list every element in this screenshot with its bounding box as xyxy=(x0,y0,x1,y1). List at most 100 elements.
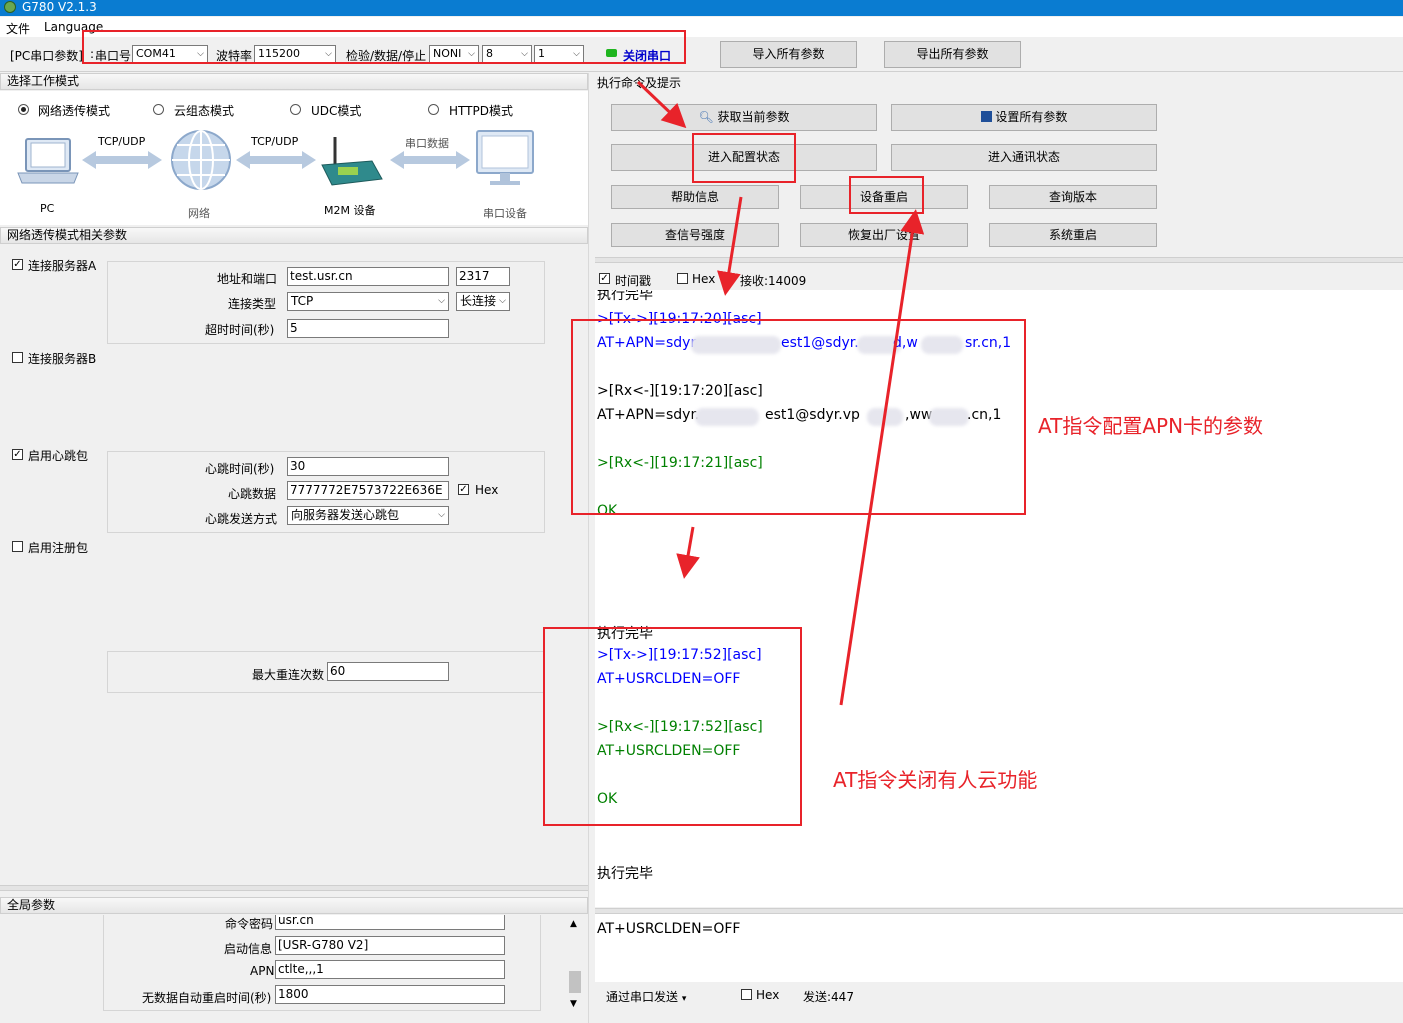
chevron-down-icon: ⌵ xyxy=(573,49,580,59)
signal-button[interactable]: 查信号强度 xyxy=(611,223,779,247)
get-params-button[interactable]: 🔍︎ 获取当前参数 xyxy=(611,104,877,131)
enter-config-button[interactable]: 进入配置状态 xyxy=(611,144,877,171)
version-button[interactable]: 查询版本 xyxy=(989,185,1157,209)
conn-type-select[interactable]: TCP ⌵ xyxy=(287,292,449,311)
diagram-pc-label: PC xyxy=(40,202,55,215)
log-output[interactable]: 执行完毕 >[Tx->][19:17:20][asc] AT+APN=sdyr … xyxy=(595,290,1403,907)
diagram-m2m-label: M2M 设备 xyxy=(324,204,376,217)
timeout-label: 超时时间(秒) xyxy=(205,323,275,337)
serverB-checkbox[interactable] xyxy=(12,352,23,363)
addr-label: 地址和端口 xyxy=(217,272,278,286)
scroll-thumb[interactable] xyxy=(569,971,581,993)
databits-select[interactable]: 8 ⌵ xyxy=(482,45,532,63)
hb-mode-select[interactable]: 向服务器发送心跳包 ⌵ xyxy=(287,506,449,525)
log-line: .cn,1 xyxy=(967,407,1002,423)
reboot-button[interactable]: 设备重启 xyxy=(800,185,968,209)
conn-mode-select[interactable]: 长连接 ⌵ xyxy=(456,292,510,311)
enter-comm-button[interactable]: 进入通讯状态 xyxy=(891,144,1157,171)
sent-count: 发送:447 xyxy=(803,990,854,1004)
close-port-button[interactable]: 关闭串口 xyxy=(598,43,682,65)
send-via-select[interactable]: 通过串口发送 ▾ xyxy=(606,988,686,1005)
conn-type-label: 连接类型 xyxy=(228,297,277,311)
send-input[interactable]: AT+USRCLDEN=OFF xyxy=(595,914,1403,982)
log-line: >[Rx<-][19:17:52][asc] xyxy=(597,719,763,735)
right-top-splitter[interactable] xyxy=(595,257,1403,263)
export-params-button[interactable]: 导出所有参数 xyxy=(884,41,1021,68)
hb-time-input[interactable]: 30 xyxy=(287,457,449,476)
chevron-down-icon: ⌵ xyxy=(521,49,528,59)
pwd-input[interactable]: usr.cn xyxy=(275,915,505,930)
globe-icon xyxy=(171,130,231,190)
window-title: G780 V2.1.3 xyxy=(22,0,97,14)
log-line: OK xyxy=(597,791,618,807)
log-line: d,w xyxy=(893,335,918,351)
chevron-down-icon: ⌵ xyxy=(438,296,445,306)
restart-label: 无数据自动重启时间(秒) xyxy=(142,991,272,1005)
redaction-blur xyxy=(921,336,963,354)
send-hex-checkbox[interactable] xyxy=(741,989,752,1000)
port-select[interactable]: COM41 ⌵ xyxy=(132,45,208,63)
heartbeat-checkbox[interactable]: ✓ xyxy=(12,449,23,460)
hb-data-input[interactable]: 7777772E7573722E636E xyxy=(287,481,449,500)
set-params-button[interactable]: 设置所有参数 xyxy=(891,104,1157,131)
log-line: AT+APN=sdyr xyxy=(597,335,697,351)
recv-count: 接收:14009 xyxy=(740,274,807,288)
parity-select[interactable]: NONI ⌵ xyxy=(429,45,479,63)
retry-input[interactable]: 60 xyxy=(327,662,449,681)
recv-hex-label: Hex xyxy=(692,272,716,286)
retry-label: 最大重连次数 xyxy=(252,668,325,682)
mode-option-label: 网络透传模式 xyxy=(38,104,111,118)
hb-hex-checkbox[interactable]: ✓ xyxy=(458,484,469,495)
redaction-blur xyxy=(929,408,969,426)
chevron-down-icon: ⌵ xyxy=(325,49,332,59)
hb-mode-label: 心跳发送方式 xyxy=(205,512,278,526)
mode-radio-httpd[interactable] xyxy=(428,104,439,115)
menu-file[interactable]: 文件 xyxy=(6,20,30,37)
mode-radio-cloud[interactable] xyxy=(153,104,164,115)
serverA-checkbox[interactable]: ✓ xyxy=(12,259,23,270)
menu-bar: 文件 Language xyxy=(0,17,1403,37)
scroll-down-icon[interactable]: ▼ xyxy=(570,999,577,1009)
params-panel: ✓ 连接服务器A 地址和端口 test.usr.cn 2317 连接类型 TCP… xyxy=(0,245,588,885)
status-led-icon xyxy=(606,49,617,57)
scroll-up-icon[interactable]: ▲ xyxy=(570,919,577,929)
mode-radio-transparent[interactable] xyxy=(18,104,29,115)
server-port-input[interactable]: 2317 xyxy=(456,267,510,286)
help-button[interactable]: 帮助信息 xyxy=(611,185,779,209)
chevron-down-icon: ⌵ xyxy=(499,296,506,306)
baud-select[interactable]: 115200 ⌵ xyxy=(254,45,336,63)
server-address-input[interactable]: test.usr.cn xyxy=(287,267,449,286)
serial-toolbar: [PC串口参数] : 串口号 COM41 ⌵ 波特率 115200 ⌵ 检验/数据/… xyxy=(0,37,1403,72)
vertical-splitter[interactable] xyxy=(588,73,595,1023)
apn-input[interactable]: ctlte,,,1 xyxy=(275,960,505,979)
stopbits-select[interactable]: 1 ⌵ xyxy=(534,45,584,63)
mode-radio-udc[interactable] xyxy=(290,104,301,115)
system-restart-button[interactable]: 系统重启 xyxy=(989,223,1157,247)
import-params-button[interactable]: 导入所有参数 xyxy=(720,41,857,68)
monitor-icon xyxy=(476,130,534,185)
log-line: >[Tx->][19:17:20][asc] xyxy=(597,311,762,327)
timeout-input[interactable]: 5 xyxy=(287,319,449,338)
log-line: AT+APN=sdyr. xyxy=(597,407,700,423)
timestamp-checkbox[interactable]: ✓ xyxy=(599,273,610,284)
dropdown-arrow-icon: ▾ xyxy=(681,994,687,1004)
boot-input[interactable]: [USR-G780 V2] xyxy=(275,936,505,955)
arrow-bidir-icon xyxy=(82,151,470,169)
diagram-link3-label: 串口数据 xyxy=(405,137,449,150)
log-line: 执行完毕 xyxy=(597,626,653,642)
save-icon xyxy=(980,111,992,122)
log-line: sr.cn,1 xyxy=(965,335,1012,351)
log-line: 执行完毕 xyxy=(597,290,653,303)
global-section-title: 全局参数 xyxy=(0,897,588,914)
app-icon xyxy=(4,1,16,13)
recv-hex-checkbox[interactable] xyxy=(677,273,688,284)
register-checkbox[interactable] xyxy=(12,541,23,552)
menu-language[interactable]: Language xyxy=(44,20,103,34)
diagram-link1-label: TCP/UDP xyxy=(98,135,146,148)
factory-reset-button[interactable]: 恢复出厂设置 xyxy=(800,223,968,247)
restart-input[interactable]: 1800 xyxy=(275,985,505,1004)
global-scrollbar[interactable]: ▲ ▼ xyxy=(567,917,583,1013)
baud-label: 波特率 xyxy=(216,49,253,63)
left-splitter[interactable] xyxy=(0,885,588,891)
timestamp-label: 时间戳 xyxy=(615,274,652,288)
